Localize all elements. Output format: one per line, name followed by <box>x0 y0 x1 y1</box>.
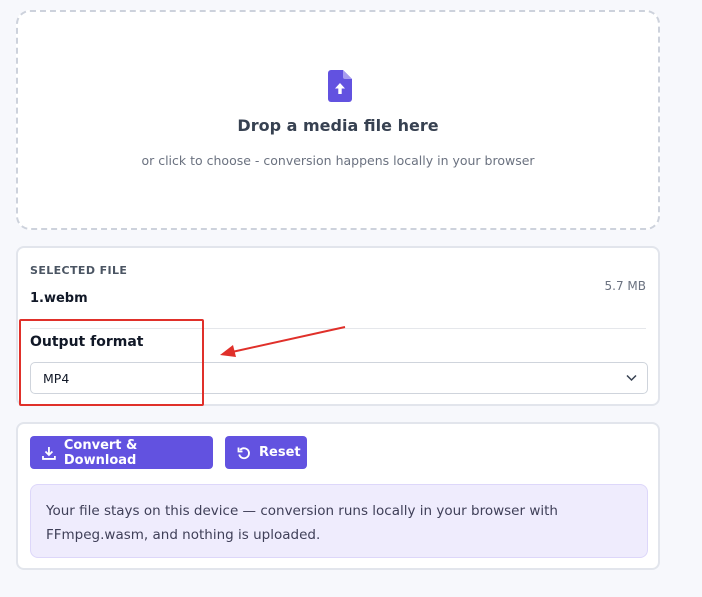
privacy-notice-line-2: FFmpeg.wasm, and nothing is uploaded. <box>46 527 321 543</box>
file-name: 1.webm <box>30 291 88 306</box>
converter-page: Drop a media file here or click to choos… <box>0 0 702 597</box>
privacy-notice: Your file stays on this device — convers… <box>30 484 648 558</box>
convert-download-label: Convert & Download <box>63 437 138 468</box>
dropzone-title: Drop a media file here <box>237 116 439 135</box>
reset-button[interactable]: Reset <box>225 436 307 469</box>
divider <box>30 328 646 329</box>
file-dropzone[interactable]: Drop a media file here or click to choos… <box>16 10 660 230</box>
reset-icon <box>237 446 250 459</box>
selected-file-card: SELECTED FILE 1.webm 5.7 MB Output forma… <box>16 246 660 406</box>
dropzone-subtitle: or click to choose - conversion happens … <box>141 153 535 168</box>
output-format-select[interactable]: MP4 <box>30 362 648 394</box>
selected-file-label: SELECTED FILE <box>30 264 128 277</box>
convert-download-button[interactable]: Convert & Download <box>30 436 213 469</box>
output-format-label: Output format <box>30 334 144 350</box>
download-icon <box>42 446 56 460</box>
chevron-down-icon <box>626 374 637 382</box>
privacy-notice-line-1: Your file stays on this device — convers… <box>46 503 558 519</box>
reset-label: Reset <box>259 445 301 460</box>
output-format-value: MP4 <box>43 371 70 386</box>
file-upload-icon <box>328 70 352 102</box>
file-size: 5.7 MB <box>604 279 646 293</box>
actions-card: Convert & Download Reset Your file stays… <box>16 422 660 570</box>
